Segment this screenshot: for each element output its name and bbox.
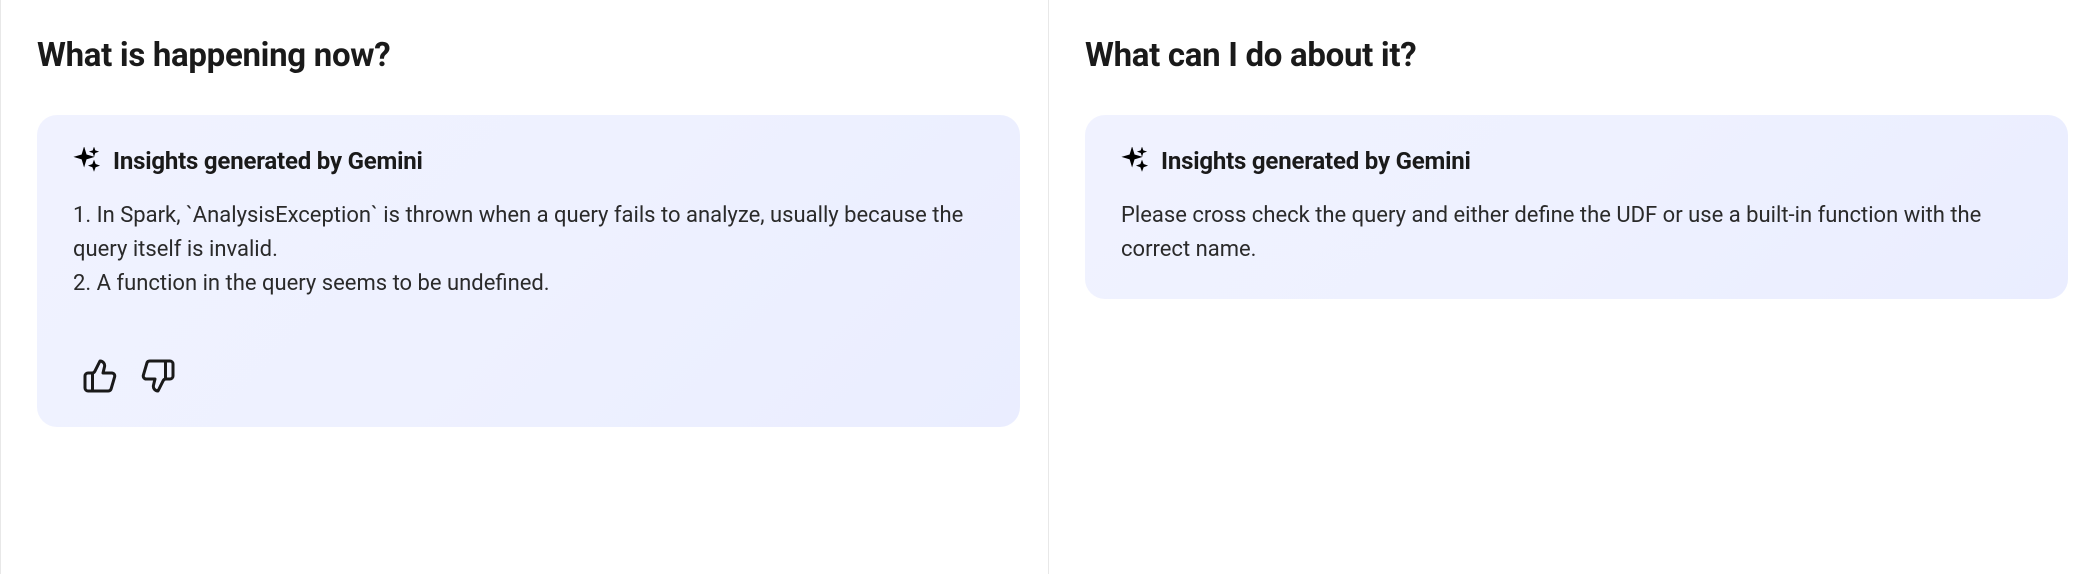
left-panel: What is happening now? Insights generate… xyxy=(0,0,1048,574)
thumbs-down-icon xyxy=(140,358,176,394)
thumbs-down-button[interactable] xyxy=(139,357,177,395)
left-heading: What is happening now? xyxy=(37,36,1020,75)
thumbs-up-icon xyxy=(82,358,118,394)
right-panel: What can I do about it? Insights generat… xyxy=(1048,0,2096,574)
thumbs-up-button[interactable] xyxy=(81,357,119,395)
sparkle-icon xyxy=(1121,147,1149,175)
insight-title: Insights generated by Gemini xyxy=(113,147,423,175)
insight-header: Insights generated by Gemini xyxy=(1121,147,2032,175)
insight-body: Please cross check the query and either … xyxy=(1121,199,2032,267)
feedback-row xyxy=(73,357,984,395)
insight-header: Insights generated by Gemini xyxy=(73,147,984,175)
right-heading: What can I do about it? xyxy=(1085,36,2068,75)
right-insight-card: Insights generated by Gemini Please cros… xyxy=(1085,115,2068,299)
insight-body: 1. In Spark, `AnalysisException` is thro… xyxy=(73,199,984,301)
sparkle-icon xyxy=(73,147,101,175)
left-insight-card: Insights generated by Gemini 1. In Spark… xyxy=(37,115,1020,427)
insight-title: Insights generated by Gemini xyxy=(1161,147,1471,175)
